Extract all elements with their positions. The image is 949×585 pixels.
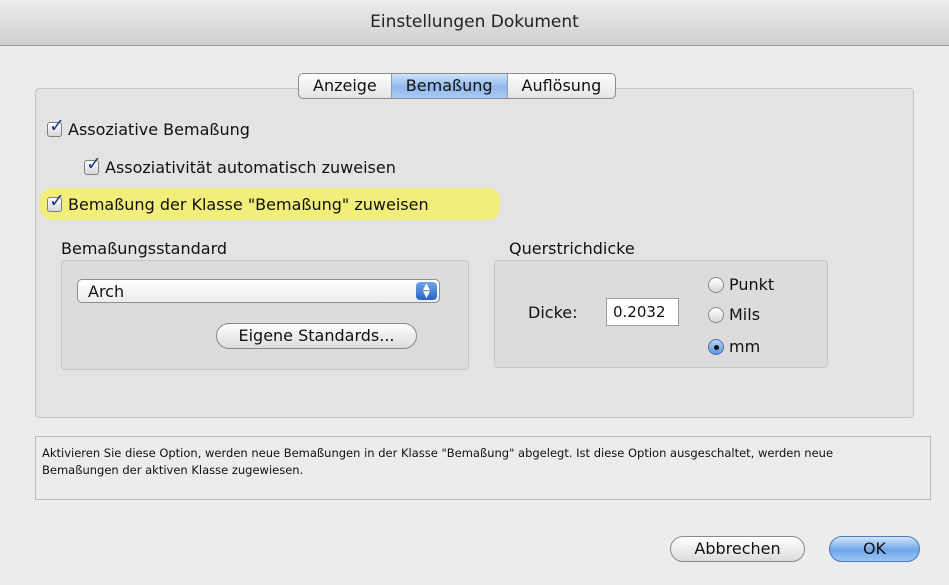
crossbar-group-label: Querstrichdicke [509,239,635,258]
window-title: Einstellungen Dokument [370,12,579,32]
checkmark-icon: ✓ [49,190,65,212]
cancel-button[interactable]: Abbrechen [670,536,805,562]
class-assign-checkbox-row[interactable]: ✓ Bemaßung der Klasse "Bemaßung" zuweise… [47,192,429,214]
thickness-input[interactable]: 0.2032 [606,298,679,326]
title-bar: Einstellungen Dokument [0,0,949,46]
auto-assign-label: Assoziativität automatisch zuweisen [105,158,396,177]
ok-button[interactable]: OK [829,536,920,562]
custom-standards-button[interactable]: Eigene Standards... [216,323,417,349]
standard-select-value: Arch [88,282,125,301]
dialog-window: Einstellungen Dokument Anzeige Bemaßung … [0,0,949,585]
unit-radio-mm[interactable]: mm [708,337,760,356]
help-text-box: Aktivieren Sie diese Option, werden neue… [35,436,931,500]
tab-anzeige[interactable]: Anzeige [299,74,392,98]
auto-assign-checkbox[interactable]: ✓ [84,155,102,175]
radio-icon[interactable] [708,276,724,293]
auto-assign-checkbox-row[interactable]: ✓ Assoziativität automatisch zuweisen [84,155,396,177]
checkmark-icon: ✓ [86,153,102,175]
updown-arrows-icon: ▲ ▼ [416,282,437,300]
standard-select[interactable]: Arch ▲ ▼ [77,279,440,303]
standard-group-label: Bemaßungsstandard [61,239,228,258]
checkmark-icon: ✓ [49,115,65,137]
help-text-line2: Bemaßungen der aktiven Klasse zugewiesen… [42,463,304,477]
associative-checkbox-row[interactable]: ✓ Assoziative Bemaßung [47,117,250,139]
thickness-label: Dicke: [528,303,578,322]
tab-aufloesung[interactable]: Auflösung [508,74,616,98]
tab-bar: Anzeige Bemaßung Auflösung [298,73,617,99]
tab-bemassung[interactable]: Bemaßung [391,74,508,98]
unit-radio-mils[interactable]: Mils [708,305,760,324]
unit-radio-punkt[interactable]: Punkt [708,275,774,294]
class-assign-label: Bemaßung der Klasse "Bemaßung" zuweisen [68,195,429,214]
radio-selected-icon[interactable] [708,338,724,355]
unit-label-punkt: Punkt [729,275,775,294]
standard-group-box [61,260,469,370]
unit-label-mm: mm [729,337,761,356]
unit-label-mils: Mils [729,305,761,324]
help-text-line1: Aktivieren Sie diese Option, werden neue… [42,446,834,460]
class-assign-checkbox[interactable]: ✓ [47,192,65,212]
associative-label: Assoziative Bemaßung [68,120,250,139]
radio-icon[interactable] [708,306,724,323]
associative-checkbox[interactable]: ✓ [47,117,65,137]
